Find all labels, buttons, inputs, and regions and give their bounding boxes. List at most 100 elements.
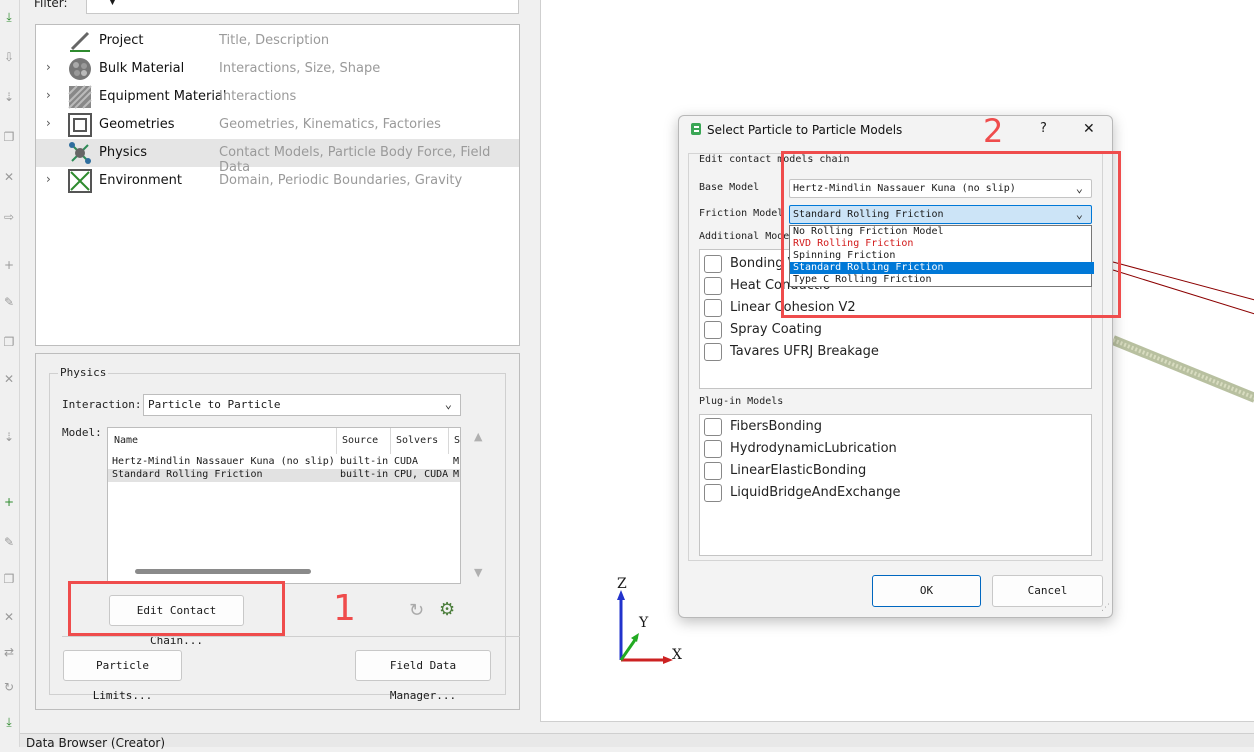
checkbox[interactable] [704, 299, 722, 317]
field-data-manager-button[interactable]: Field Data Manager... [355, 650, 491, 702]
additional-models-label: Additional Mode [699, 231, 790, 242]
tree-item-desc: Geometries, Kinematics, Factories [219, 117, 441, 132]
move-up-icon[interactable]: ▲ [474, 430, 482, 443]
refresh-icon[interactable]: ↻ [409, 600, 424, 621]
checkbox[interactable] [704, 462, 722, 480]
chevron-right-icon[interactable]: › [46, 88, 58, 102]
plugin-models-list: FibersBonding HydrodynamicLubrication Li… [699, 414, 1092, 556]
chevron-down-icon: ▼ [109, 0, 116, 7]
friction-model-label: Friction Model [699, 208, 784, 219]
environment-icon [68, 169, 92, 193]
column-header[interactable]: Name [114, 435, 138, 446]
interaction-combo[interactable]: Particle to Particle ⌄ [143, 394, 461, 416]
interaction-value: Particle to Particle [148, 398, 281, 411]
column-header[interactable]: Solvers [396, 435, 438, 446]
close-button[interactable]: ✕ [1083, 121, 1095, 137]
plugin-models-label: Plug-in Models [699, 396, 784, 407]
model-table[interactable]: Name Source Solvers S Hertz-Mindlin Nass… [107, 427, 461, 584]
checkbox[interactable] [704, 321, 722, 339]
dialog-title: Select Particle to Particle Models [707, 123, 903, 137]
row-extra: M [453, 469, 460, 480]
tree-item-bulk-material[interactable]: › Bulk Material Interactions, Size, Shap… [36, 55, 519, 83]
chevron-right-icon[interactable]: › [46, 172, 58, 186]
tree-item-project[interactable]: Project Title, Description [36, 27, 519, 55]
resize-grip-icon[interactable]: ⋰ [1101, 603, 1110, 613]
tree-item-geometries[interactable]: › Geometries Geometries, Kinematics, Fac… [36, 111, 519, 139]
axis-x-label: X [672, 647, 682, 663]
row-name: Standard Rolling Friction [112, 469, 263, 480]
tree-item-physics[interactable]: Physics Contact Models, Particle Body Fo… [36, 139, 519, 175]
model-label: Model: [62, 426, 102, 439]
export-icon[interactable]: ⇨ [2, 210, 16, 224]
tree-item-label: Equipment Material [99, 89, 227, 104]
gear-icon[interactable]: ⚙ [439, 599, 455, 620]
annotation-box-2 [781, 151, 1121, 318]
help-button[interactable]: ? [1040, 121, 1047, 136]
horizontal-scrollbar[interactable] [135, 569, 311, 574]
annotation-box-1 [68, 581, 285, 636]
checkbox[interactable] [704, 277, 722, 295]
app-logo-icon [691, 123, 701, 135]
delete-icon[interactable]: ✕ [2, 170, 16, 184]
tree-item-desc: Domain, Periodic Boundaries, Gravity [219, 173, 463, 188]
import-icon[interactable]: ⇩ [2, 50, 16, 64]
physics-group-title: Physics [58, 366, 109, 379]
add-icon[interactable]: + [2, 258, 16, 272]
copy-icon[interactable]: ❐ [2, 130, 16, 144]
creator-tree: Project Title, Description › Bulk Materi… [35, 24, 520, 346]
tree-item-label: Bulk Material [99, 61, 185, 76]
delete-icon-2[interactable]: ✕ [2, 372, 16, 386]
checkbox[interactable] [704, 255, 722, 273]
tree-item-label: Geometries [99, 117, 175, 132]
ok-button[interactable]: OK [872, 575, 981, 607]
base-model-label: Base Model [699, 182, 760, 193]
edit-icon-2[interactable]: ✎ [2, 535, 16, 549]
tree-item-label: Project [99, 33, 144, 48]
left-toolbar-strip: ⤓ ⇩ ⇣ ❐ ✕ ⇨ + ✎ ❐ ✕ ⇣ + ✎ ❐ ✕ ⇄ ↻ ⤓ [0, 0, 20, 747]
chevron-right-icon[interactable]: › [46, 116, 58, 130]
tree-item-equipment-material[interactable]: › Equipment Material Interactions [36, 83, 519, 111]
row-solvers: CUDA [394, 456, 419, 467]
table-row[interactable]: Standard Rolling Friction built-in CPU, … [108, 469, 460, 482]
tree-item-desc: Interactions, Size, Shape [219, 61, 381, 76]
tree-item-label: Physics [99, 145, 148, 160]
tree-item-label: Environment [99, 173, 183, 188]
copy-icon-2[interactable]: ❐ [2, 335, 16, 349]
refresh-icon[interactable]: ↻ [2, 680, 16, 694]
delete-icon-3[interactable]: ✕ [2, 610, 16, 624]
checkbox[interactable] [704, 440, 722, 458]
move-down-icon[interactable]: ▼ [474, 566, 482, 579]
edit-icon[interactable]: ✎ [2, 295, 16, 309]
cancel-button[interactable]: Cancel [992, 575, 1103, 607]
equipment-material-icon [68, 85, 92, 109]
axis-y-label: Y [639, 615, 649, 631]
table-row[interactable]: Hertz-Mindlin Nassauer Kuna (no slip) bu… [108, 456, 460, 469]
status-bar: Data Browser (Creator) [20, 733, 1254, 750]
tree-item-desc: Title, Description [219, 33, 330, 48]
arrow-down-icon-2[interactable]: ⇣ [2, 430, 16, 444]
filter-label: Filter: [34, 0, 68, 10]
chevron-right-icon[interactable]: › [46, 60, 58, 74]
row-solvers: CPU, CUDA [394, 469, 449, 480]
tree-item-environment[interactable]: › Environment Domain, Periodic Boundarie… [36, 167, 519, 195]
download-icon-2[interactable]: ⤓ [2, 715, 16, 729]
checkbox[interactable] [704, 418, 722, 436]
column-header[interactable]: Source [342, 435, 378, 446]
checkbox[interactable] [704, 484, 722, 502]
particle-limits-button[interactable]: Particle Limits... [63, 650, 182, 702]
column-header[interactable]: S [454, 435, 460, 446]
annotation-number-1: 1 [333, 588, 356, 629]
row-source: built-in [340, 469, 389, 480]
annotation-number-2: 2 [983, 112, 1004, 150]
checkbox[interactable] [704, 343, 722, 361]
physics-icon [69, 142, 91, 164]
download-icon[interactable]: ⤓ [2, 10, 16, 24]
copy-icon-3[interactable]: ❐ [2, 572, 16, 586]
add-green-icon[interactable]: + [2, 495, 16, 509]
bulk-material-icon [69, 58, 91, 80]
arrow-down-icon[interactable]: ⇣ [2, 90, 16, 104]
pencil-icon [70, 31, 90, 52]
filter-combo[interactable]: ▼ [86, 0, 519, 14]
swap-icon[interactable]: ⇄ [2, 645, 16, 659]
tree-item-desc: Interactions [219, 89, 297, 104]
